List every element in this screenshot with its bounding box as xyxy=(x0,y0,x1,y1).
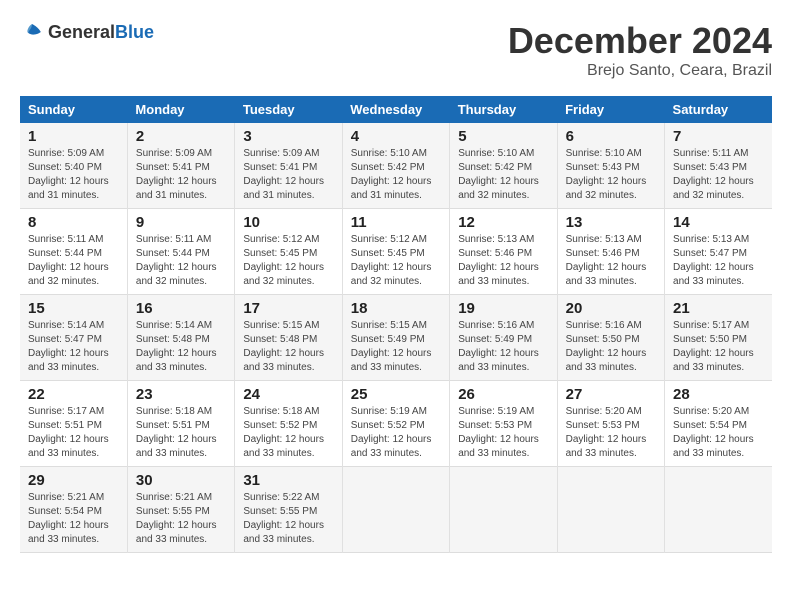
logo-general: General xyxy=(48,22,115,42)
day-cell-17: 17 Sunrise: 5:15 AMSunset: 5:48 PMDaylig… xyxy=(235,295,342,381)
day-cell-30: 30 Sunrise: 5:21 AMSunset: 5:55 PMDaylig… xyxy=(127,467,234,553)
header-saturday: Saturday xyxy=(665,96,772,123)
logo-text: GeneralBlue xyxy=(48,22,154,43)
day-cell-13: 13 Sunrise: 5:13 AMSunset: 5:46 PMDaylig… xyxy=(557,209,664,295)
day-cell-16: 16 Sunrise: 5:14 AMSunset: 5:48 PMDaylig… xyxy=(127,295,234,381)
day-cell-20: 20 Sunrise: 5:16 AMSunset: 5:50 PMDaylig… xyxy=(557,295,664,381)
day-cell-6: 6 Sunrise: 5:10 AMSunset: 5:43 PMDayligh… xyxy=(557,123,664,209)
logo-blue: Blue xyxy=(115,22,154,42)
calendar-title: December 2024 xyxy=(508,20,772,62)
weekday-header-row: Sunday Monday Tuesday Wednesday Thursday… xyxy=(20,96,772,123)
week-row-4: 22 Sunrise: 5:17 AMSunset: 5:51 PMDaylig… xyxy=(20,381,772,467)
day-cell-15: 15 Sunrise: 5:14 AMSunset: 5:47 PMDaylig… xyxy=(20,295,127,381)
day-cell-7: 7 Sunrise: 5:11 AMSunset: 5:43 PMDayligh… xyxy=(665,123,772,209)
title-section: December 2024 Brejo Santo, Ceara, Brazil xyxy=(508,20,772,80)
day-cell-12: 12 Sunrise: 5:13 AMSunset: 5:46 PMDaylig… xyxy=(450,209,557,295)
calendar-table: Sunday Monday Tuesday Wednesday Thursday… xyxy=(20,96,772,553)
day-cell-21: 21 Sunrise: 5:17 AMSunset: 5:50 PMDaylig… xyxy=(665,295,772,381)
day-cell-5: 5 Sunrise: 5:10 AMSunset: 5:42 PMDayligh… xyxy=(450,123,557,209)
header-friday: Friday xyxy=(557,96,664,123)
header-tuesday: Tuesday xyxy=(235,96,342,123)
empty-cell-3 xyxy=(557,467,664,553)
day-cell-28: 28 Sunrise: 5:20 AMSunset: 5:54 PMDaylig… xyxy=(665,381,772,467)
day-cell-3: 3 Sunrise: 5:09 AMSunset: 5:41 PMDayligh… xyxy=(235,123,342,209)
day-cell-19: 19 Sunrise: 5:16 AMSunset: 5:49 PMDaylig… xyxy=(450,295,557,381)
day-cell-23: 23 Sunrise: 5:18 AMSunset: 5:51 PMDaylig… xyxy=(127,381,234,467)
calendar-subtitle: Brejo Santo, Ceara, Brazil xyxy=(508,62,772,80)
page-header: GeneralBlue December 2024 Brejo Santo, C… xyxy=(20,20,772,80)
empty-cell-4 xyxy=(665,467,772,553)
logo-icon xyxy=(20,20,44,44)
week-row-3: 15 Sunrise: 5:14 AMSunset: 5:47 PMDaylig… xyxy=(20,295,772,381)
day-cell-24: 24 Sunrise: 5:18 AMSunset: 5:52 PMDaylig… xyxy=(235,381,342,467)
day-cell-25: 25 Sunrise: 5:19 AMSunset: 5:52 PMDaylig… xyxy=(342,381,449,467)
empty-cell-2 xyxy=(450,467,557,553)
header-thursday: Thursday xyxy=(450,96,557,123)
day-cell-27: 27 Sunrise: 5:20 AMSunset: 5:53 PMDaylig… xyxy=(557,381,664,467)
day-cell-18: 18 Sunrise: 5:15 AMSunset: 5:49 PMDaylig… xyxy=(342,295,449,381)
day-cell-26: 26 Sunrise: 5:19 AMSunset: 5:53 PMDaylig… xyxy=(450,381,557,467)
day-cell-22: 22 Sunrise: 5:17 AMSunset: 5:51 PMDaylig… xyxy=(20,381,127,467)
header-sunday: Sunday xyxy=(20,96,127,123)
week-row-5: 29 Sunrise: 5:21 AMSunset: 5:54 PMDaylig… xyxy=(20,467,772,553)
day-cell-9: 9 Sunrise: 5:11 AMSunset: 5:44 PMDayligh… xyxy=(127,209,234,295)
day-cell-10: 10 Sunrise: 5:12 AMSunset: 5:45 PMDaylig… xyxy=(235,209,342,295)
week-row-1: 1 Sunrise: 5:09 AMSunset: 5:40 PMDayligh… xyxy=(20,123,772,209)
day-cell-4: 4 Sunrise: 5:10 AMSunset: 5:42 PMDayligh… xyxy=(342,123,449,209)
empty-cell-1 xyxy=(342,467,449,553)
header-wednesday: Wednesday xyxy=(342,96,449,123)
day-cell-1: 1 Sunrise: 5:09 AMSunset: 5:40 PMDayligh… xyxy=(20,123,127,209)
day-cell-14: 14 Sunrise: 5:13 AMSunset: 5:47 PMDaylig… xyxy=(665,209,772,295)
day-cell-31: 31 Sunrise: 5:22 AMSunset: 5:55 PMDaylig… xyxy=(235,467,342,553)
day-cell-11: 11 Sunrise: 5:12 AMSunset: 5:45 PMDaylig… xyxy=(342,209,449,295)
week-row-2: 8 Sunrise: 5:11 AMSunset: 5:44 PMDayligh… xyxy=(20,209,772,295)
day-cell-8: 8 Sunrise: 5:11 AMSunset: 5:44 PMDayligh… xyxy=(20,209,127,295)
day-cell-2: 2 Sunrise: 5:09 AMSunset: 5:41 PMDayligh… xyxy=(127,123,234,209)
day-cell-29: 29 Sunrise: 5:21 AMSunset: 5:54 PMDaylig… xyxy=(20,467,127,553)
logo: GeneralBlue xyxy=(20,20,154,44)
header-monday: Monday xyxy=(127,96,234,123)
